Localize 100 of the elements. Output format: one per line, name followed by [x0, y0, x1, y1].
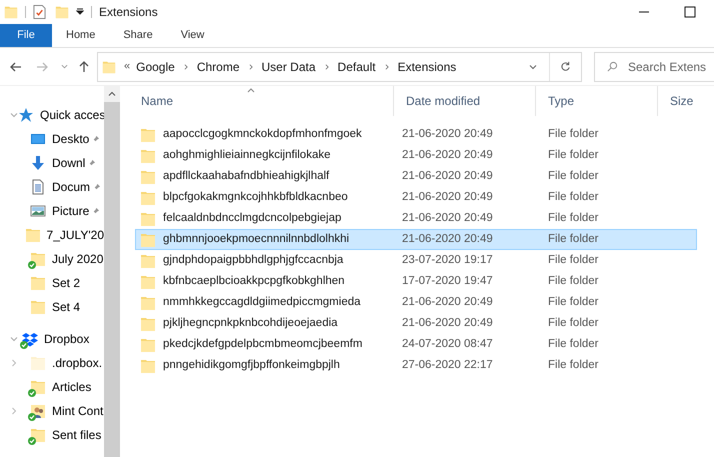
- date-cell-text: 21-06-2020 20:49: [402, 210, 494, 226]
- date-cell-text: 21-06-2020 20:49: [402, 190, 494, 205]
- monitor-icon: [30, 131, 46, 147]
- chevron-right-icon: [182, 64, 189, 70]
- nav-item[interactable]: 7_JULY'20: [46, 226, 104, 244]
- folder-icon: [140, 232, 156, 246]
- folder-icon: [140, 254, 156, 268]
- breadcrumb[interactable]: User Data: [262, 58, 316, 76]
- date-cell-text: 21-06-2020 20:49: [402, 294, 494, 310]
- nav-item[interactable]: Set 2: [52, 274, 80, 292]
- chevron-right-icon: [384, 64, 390, 70]
- file-name: aohghmighlieiainnegkcijnfilokake: [163, 148, 330, 163]
- nav-item[interactable]: Deskto: [52, 130, 90, 148]
- folder-icon: [140, 316, 156, 330]
- type-cell-text: File folder: [548, 148, 598, 163]
- breadcrumb[interactable]: Extensions: [398, 58, 456, 76]
- date-cell-text: 27-06-2020 22:17: [402, 358, 494, 373]
- star-icon: [18, 107, 34, 123]
- file-name: kbfnbcaeplbcioakkpcpgfkobkghlhen: [163, 274, 345, 289]
- file-name: gjndphdopaigpbbhdlgphjgfccacnbja: [163, 252, 344, 268]
- chevron-right-icon: [248, 64, 254, 70]
- file-row[interactable]: kbfnbcaeplbcioakkpcpgfkobkghlhen 17-07-2020 19:47 File folder: [135, 271, 697, 292]
- nav-item[interactable]: Articles: [52, 378, 92, 396]
- folder-icon: [140, 128, 156, 142]
- file-name: apdfllckaahabafndbhieahigkjlhalf: [163, 168, 330, 184]
- nav-item[interactable]: Quick acces: [40, 106, 106, 124]
- folder-icon: [24, 227, 41, 243]
- nav-item[interactable]: Downl: [52, 154, 86, 172]
- type-cell-text: File folder: [548, 336, 598, 352]
- new-folder-icon: [55, 4, 69, 20]
- nav-item[interactable]: Sent files: [52, 426, 102, 444]
- ribbon-tab[interactable]: Home: [52, 24, 110, 47]
- nav-item[interactable]: July 2020: [52, 250, 104, 268]
- nav-item[interactable]: Docum: [52, 178, 90, 196]
- file-row[interactable]: nmmhkkegccagdldgiimedpiccmgmieda 21-06-2020 20:49 File folder: [135, 292, 697, 313]
- file-row[interactable]: aohghmighlieiainnegkcijnfilokake 21-06-2020 20:49 File folder: [135, 145, 697, 166]
- type-cell-text: File folder: [548, 168, 598, 184]
- file-row[interactable]: pjkljhegncpnkpknbcohdijeoejaedia 21-06-2020 20:49 File folder: [135, 313, 697, 334]
- date-cell-text: 21-06-2020 20:49: [402, 232, 494, 247]
- properties-icon[interactable]: [33, 4, 46, 20]
- document-icon: [30, 179, 46, 195]
- back-arrow-icon[interactable]: [10, 60, 22, 72]
- folder-icon: [140, 296, 156, 310]
- ribbon-tab[interactable]: View: [166, 24, 218, 47]
- file-row[interactable]: blpcfgokakmgnkcojhhkbfbldkacnbeo 21-06-2020 20:49 File folder: [135, 187, 697, 208]
- folder-icon: [140, 148, 156, 162]
- type-cell-text: File folder: [548, 210, 598, 226]
- chevron-right-icon: [324, 64, 330, 70]
- dropbox-icon: [22, 331, 38, 347]
- nav-item[interactable]: Dropbox: [44, 330, 90, 348]
- type-cell-text: File folder: [548, 252, 598, 268]
- file-row[interactable]: aapocclcgogkmnckokdopfmhonfmgoek 21-06-2020 20:49 File folder: [135, 124, 697, 145]
- window-title: Extensions: [99, 4, 158, 21]
- up-arrow-icon[interactable]: [78, 60, 90, 72]
- date-cell-text: 21-06-2020 20:49: [402, 126, 494, 142]
- maximize-icon[interactable]: [684, 6, 696, 18]
- history-dropdown-icon[interactable]: [529, 62, 537, 70]
- ribbon-tab[interactable]: File: [0, 24, 52, 47]
- file-row[interactable]: felcaaldnbdncclmgdcncolpebgiejap 21-06-2020 20:49 File folder: [135, 208, 697, 229]
- refresh-icon[interactable]: [560, 61, 571, 72]
- folder-icon: [140, 274, 156, 288]
- file-row[interactable]: apdfllckaahabafndbhieahigkjlhalf 21-06-2020 20:49 File folder: [135, 166, 697, 187]
- nav-item[interactable]: .dropbox.: [52, 354, 102, 372]
- column-header[interactable]: Date modified: [406, 92, 480, 110]
- file-name: pkedcjkdefgpdelpbcmbmeomcjbeemfm: [163, 336, 362, 352]
- dropdown-caret-icon[interactable]: [76, 8, 84, 16]
- nav-item[interactable]: Picture: [52, 202, 90, 220]
- nav-item[interactable]: Mint Cont: [52, 402, 104, 420]
- search-field[interactable]: Search Extens: [594, 52, 714, 82]
- breadcrumb[interactable]: Google: [136, 58, 175, 76]
- overflow-chevron[interactable]: «: [124, 58, 130, 75]
- file-row[interactable]: gjndphdopaigpbbhdlgphjgfccacnbja 23-07-2020 19:17 File folder: [135, 250, 697, 271]
- ribbon-tab[interactable]: Share: [109, 24, 167, 47]
- folder-icon: [140, 212, 156, 226]
- date-cell-text: 21-06-2020 20:49: [402, 168, 494, 184]
- file-row[interactable]: pkedcjkdefgpdelpbcmbmeomcjbeemfm 24-07-2020 08:47 File folder: [135, 334, 697, 355]
- breadcrumb[interactable]: Chrome: [196, 58, 240, 76]
- column-header[interactable]: Size: [670, 92, 694, 110]
- column-header[interactable]: Type: [548, 92, 574, 110]
- date-cell-text: 17-07-2020 19:47: [402, 274, 494, 289]
- nav-item[interactable]: Set 4: [52, 298, 80, 316]
- recent-dropdown-icon[interactable]: [61, 63, 68, 70]
- type-cell-text: File folder: [548, 316, 598, 331]
- search-placeholder: Search Extens: [628, 58, 706, 76]
- file-name: pjkljhegncpnkpknbcohdijeoejaedia: [163, 316, 338, 331]
- column-header[interactable]: Name: [141, 92, 174, 110]
- picture-icon: [30, 203, 46, 219]
- folder-icon: [30, 299, 46, 315]
- address-bar[interactable]: « Google Chrome User Data Default Extensions: [97, 52, 582, 82]
- scroll-up-icon[interactable]: [108, 90, 116, 98]
- folder-icon: [4, 4, 18, 20]
- type-cell-text: File folder: [548, 232, 598, 247]
- date-cell-text: 21-06-2020 20:49: [402, 316, 494, 331]
- type-cell-text: File folder: [548, 190, 598, 205]
- scrollbar[interactable]: [104, 86, 120, 457]
- file-row[interactable]: pnngehidikgomgfjbpffonkeimgbpjlh 27-06-2020 22:17 File folder: [135, 355, 697, 376]
- breadcrumb[interactable]: Default: [338, 58, 376, 76]
- file-row[interactable]: ghbmnnjooekpmoecnnnilnnbdlolhkhi 21-06-2020 20:49 File folder: [135, 229, 697, 250]
- date-cell-text: 23-07-2020 19:17: [402, 252, 494, 268]
- file-name: pnngehidikgomgfjbpffonkeimgbpjlh: [163, 358, 340, 373]
